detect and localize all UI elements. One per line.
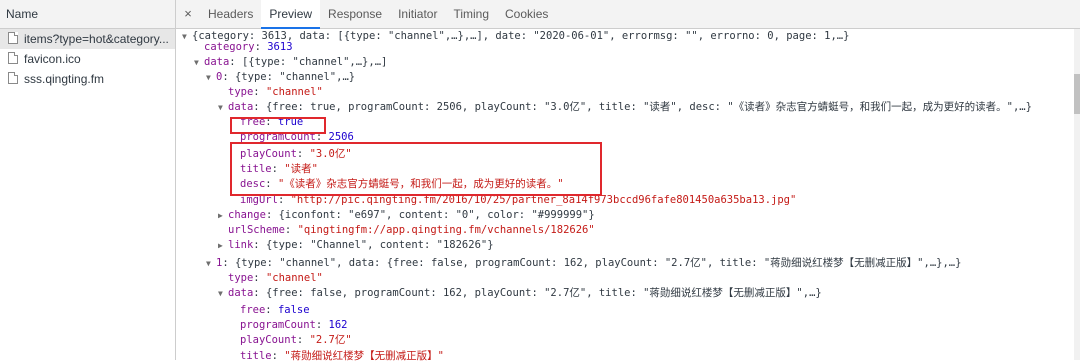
json-preview: ▼ {category: 3613, data: [{type: "channel… [176, 29, 1080, 362]
file-icon [8, 72, 18, 84]
detail-tab-bar: × Headers Preview Response Initiator Tim… [176, 0, 1080, 29]
json-line-title: title: "蒋勋细说红楼梦【无删减正版】" [240, 350, 444, 362]
json-line-programcount: programCount: 162 [240, 319, 348, 331]
file-icon [8, 52, 18, 64]
request-item-favicon[interactable]: favicon.ico [0, 49, 175, 69]
expanded-triangle-icon[interactable]: ▼ [194, 55, 204, 70]
json-line-free: free: false [240, 304, 310, 316]
tab-cookies[interactable]: Cookies [497, 0, 556, 28]
json-line-type: type: "channel" [228, 86, 323, 98]
scrollbar-thumb[interactable] [1074, 74, 1080, 114]
json-line-type: type: "channel" [228, 272, 323, 284]
request-item-items[interactable]: items?type=hot&category... [0, 29, 175, 49]
json-line-item-data[interactable]: ▼ data: {free: false, programCount: 162, … [218, 286, 822, 301]
request-name: items?type=hot&category... [24, 32, 169, 46]
request-name: sss.qingting.fm [24, 72, 105, 86]
vertical-scrollbar[interactable] [1074, 29, 1080, 360]
expanded-triangle-icon[interactable]: ▼ [206, 70, 216, 85]
json-line-data[interactable]: ▼ data: [{type: "channel",…},…] [194, 55, 387, 70]
highlight-box-free [230, 117, 326, 134]
tab-preview[interactable]: Preview [261, 0, 321, 29]
collapsed-triangle-icon[interactable]: ▶ [218, 238, 228, 253]
request-item-sss[interactable]: sss.qingting.fm [0, 69, 175, 89]
close-icon[interactable]: × [176, 0, 200, 28]
expanded-triangle-icon[interactable]: ▼ [218, 100, 228, 115]
highlight-box-fields [230, 142, 602, 196]
name-column-header[interactable]: Name [0, 0, 175, 29]
json-line-urlscheme: urlScheme: "qingtingfm://app.qingting.fm… [228, 224, 595, 236]
request-list-panel: Name items?type=hot&category... favicon.… [0, 0, 176, 360]
tab-response[interactable]: Response [320, 0, 390, 28]
tab-initiator[interactable]: Initiator [390, 0, 445, 28]
request-detail-panel: × Headers Preview Response Initiator Tim… [176, 0, 1080, 362]
json-line-link[interactable]: ▶ link: {type: "Channel", content: "18262… [218, 238, 494, 253]
json-line-change[interactable]: ▶ change: {iconfont: "e697", content: "0"… [218, 208, 595, 223]
json-line-item-0[interactable]: ▼ 0: {type: "channel",…} [206, 70, 355, 85]
json-line-item-data[interactable]: ▼ data: {free: true, programCount: 2506, … [218, 100, 1032, 115]
expanded-triangle-icon[interactable]: ▼ [218, 286, 228, 301]
json-line-playcount: playCount: "2.7亿" [240, 334, 352, 346]
expanded-triangle-icon[interactable]: ▼ [206, 256, 216, 271]
json-line-category: category: 3613 [204, 41, 293, 53]
expanded-triangle-icon[interactable]: ▼ [182, 29, 192, 44]
json-line-item-1[interactable]: ▼ 1: {type: "channel", data: {free: false… [206, 256, 961, 271]
request-name: favicon.ico [24, 52, 81, 66]
file-icon [8, 32, 18, 44]
tab-timing[interactable]: Timing [445, 0, 497, 28]
tab-headers[interactable]: Headers [200, 0, 261, 28]
collapsed-triangle-icon[interactable]: ▶ [218, 208, 228, 223]
